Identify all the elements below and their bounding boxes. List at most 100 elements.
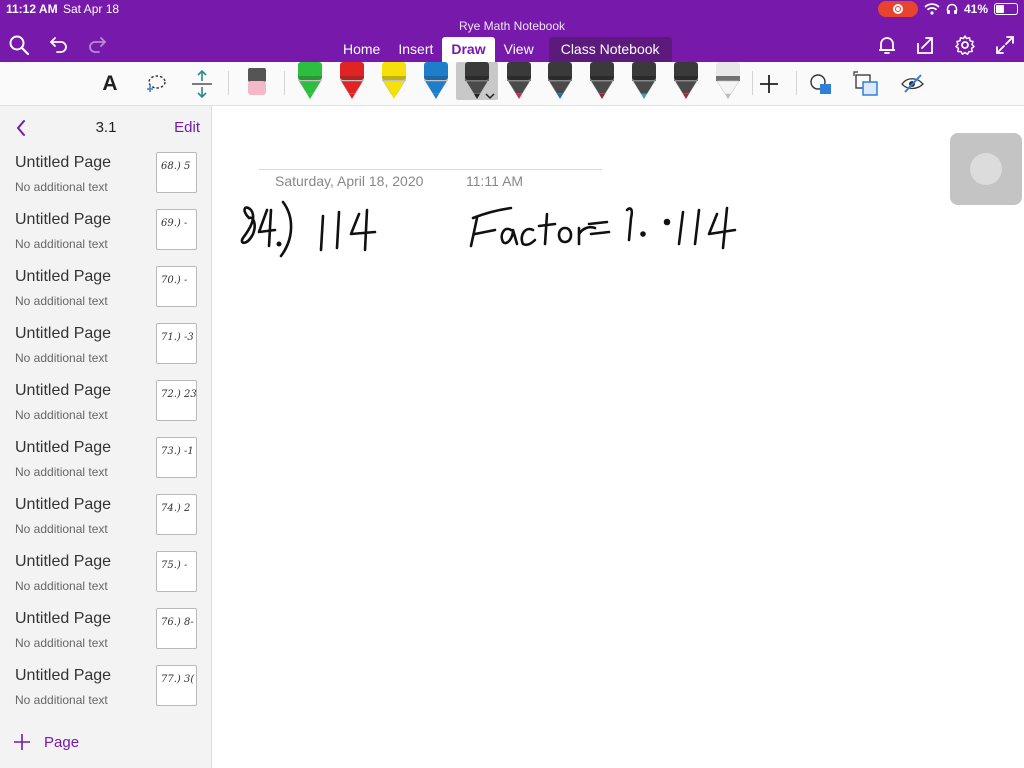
thumbnail-text: 72.) 23 — [161, 389, 197, 400]
page-title: Untitled Page — [15, 268, 112, 285]
tab-home[interactable]: Home — [334, 37, 389, 62]
pen[interactable] — [507, 62, 531, 99]
add-space-icon — [192, 69, 212, 99]
ink-to-shape-button[interactable] — [806, 62, 836, 106]
page-list: Untitled Page No additional text 68.) 5 Unt… — [0, 150, 211, 720]
page-title: Untitled Page — [15, 382, 112, 399]
add-page-button[interactable]: Page — [44, 734, 79, 751]
bell-icon[interactable] — [876, 34, 898, 56]
page-list-item[interactable]: Untitled Page No additional text 76.) 8- — [0, 606, 211, 663]
thumbnail-text: 75.) - — [161, 560, 188, 571]
lasso-select-button[interactable] — [142, 62, 170, 106]
edit-button[interactable]: Edit — [174, 119, 200, 136]
page-list-item[interactable]: Untitled Page No additional text 77.) 3( — [0, 663, 211, 720]
eraser-icon — [248, 68, 266, 95]
draw-toolbar: A — [0, 62, 1024, 106]
share-icon[interactable] — [914, 34, 936, 56]
thumbnail-text: 73.) -1 — [161, 446, 194, 457]
page-subtitle: No additional text — [15, 294, 108, 308]
thumbnail-text: 68.) 5 — [161, 161, 191, 172]
page-list-header: 3.1 Edit — [0, 106, 211, 150]
chevron-down-icon[interactable] — [485, 93, 495, 100]
page-thumbnail: 77.) 3( — [156, 665, 197, 706]
eraser-button[interactable] — [242, 62, 272, 106]
shapes-icon — [853, 71, 878, 96]
highlighter-pen[interactable] — [382, 62, 406, 99]
page-list-item[interactable]: Untitled Page No additional text 68.) 5 — [0, 150, 211, 207]
page-subtitle: No additional text — [15, 408, 108, 422]
ink-replay-icon — [901, 74, 924, 93]
battery-percent: 41% — [963, 2, 988, 16]
toolbar-divider — [284, 71, 285, 95]
page-thumbnail: 69.) - — [156, 209, 197, 250]
page-list-item[interactable]: Untitled Page No additional text 69.) - — [0, 207, 211, 264]
toolbar-divider — [752, 71, 753, 95]
page-title: Untitled Page — [15, 667, 112, 684]
undo-icon[interactable] — [48, 34, 70, 56]
plus-icon[interactable] — [14, 734, 30, 750]
search-icon[interactable] — [8, 34, 30, 56]
page-list-item[interactable]: Untitled Page No additional text 70.) - — [0, 264, 211, 321]
battery-level — [996, 5, 1005, 13]
assistive-touch-icon — [970, 153, 1002, 185]
page-list-item[interactable]: Untitled Page No additional text 71.) -3 — [0, 321, 211, 378]
page-list-panel: 3.1 Edit Untitled Page No additional text… — [0, 106, 212, 768]
headphones-icon — [946, 3, 958, 14]
page-subtitle: No additional text — [15, 522, 108, 536]
pen-selected[interactable] — [465, 62, 489, 99]
top-bar: 11:12 AM Sat Apr 18 41% Rye Math Noteboo… — [0, 0, 1024, 62]
add-space-button[interactable] — [188, 62, 216, 106]
highlighter-pen[interactable] — [340, 62, 364, 99]
page-list-item[interactable]: Untitled Page No additional text 74.) 2 — [0, 492, 211, 549]
lasso-icon — [147, 75, 166, 92]
toolbar-divider — [796, 71, 797, 95]
ink-to-shape-icon — [810, 74, 831, 94]
pen[interactable] — [590, 62, 614, 99]
pen[interactable] — [632, 62, 656, 99]
tab-draw[interactable]: Draw — [442, 37, 495, 62]
notebook-title: Rye Math Notebook — [458, 19, 566, 33]
page-title: Untitled Page — [15, 211, 112, 228]
status-time: 11:12 AM — [6, 2, 58, 16]
page-subtitle: No additional text — [15, 237, 108, 251]
page-subtitle: No additional text — [15, 351, 108, 365]
wifi-icon — [924, 3, 940, 15]
plus-icon — [760, 75, 778, 93]
ribbon-tabs: Home Insert Draw View Class Notebook — [334, 37, 672, 62]
tab-view[interactable]: View — [495, 37, 543, 62]
page-subtitle: No additional text — [15, 693, 108, 707]
pen-tray — [298, 62, 740, 100]
pen[interactable] — [548, 62, 572, 99]
redo-icon[interactable] — [86, 34, 108, 56]
pen[interactable] — [674, 62, 698, 99]
thumbnail-text: 71.) -3 — [161, 332, 194, 343]
assistive-touch-button[interactable] — [950, 133, 1022, 205]
page-list-item[interactable]: Untitled Page No additional text 72.) 23 — [0, 378, 211, 435]
page-thumbnail: 75.) - — [156, 551, 197, 592]
highlighter-pen[interactable] — [424, 62, 448, 99]
page-thumbnail: 71.) -3 — [156, 323, 197, 364]
expand-icon[interactable] — [994, 34, 1016, 56]
page-title: Untitled Page — [15, 553, 112, 570]
page-list-item[interactable]: Untitled Page No additional text 75.) - — [0, 549, 211, 606]
thumbnail-text: 76.) 8- — [161, 617, 194, 628]
thumbnail-text: 77.) 3( — [161, 674, 195, 685]
pen[interactable] — [716, 62, 740, 99]
thumbnail-text: 69.) - — [161, 218, 188, 229]
tab-insert[interactable]: Insert — [389, 37, 442, 62]
page-list-item[interactable]: Untitled Page No additional text 73.) -1 — [0, 435, 211, 492]
page-subtitle: No additional text — [15, 180, 108, 194]
page-thumbnail: 68.) 5 — [156, 152, 197, 193]
add-pen-button[interactable] — [756, 62, 782, 106]
highlighter-pen[interactable] — [298, 62, 322, 99]
screen-recording-icon[interactable] — [877, 1, 918, 17]
page-title: Untitled Page — [15, 154, 112, 171]
page-thumbnail: 73.) -1 — [156, 437, 197, 478]
convert-shapes-button[interactable] — [852, 62, 882, 106]
note-canvas[interactable]: Saturday, April 18, 2020 11:11 AM — [213, 106, 1024, 768]
tab-class-notebook[interactable]: Class Notebook — [548, 37, 672, 62]
gear-icon[interactable] — [954, 34, 976, 56]
page-title: Untitled Page — [15, 325, 112, 342]
text-mode-button[interactable]: A — [96, 62, 124, 106]
ink-replay-button[interactable] — [898, 62, 928, 106]
